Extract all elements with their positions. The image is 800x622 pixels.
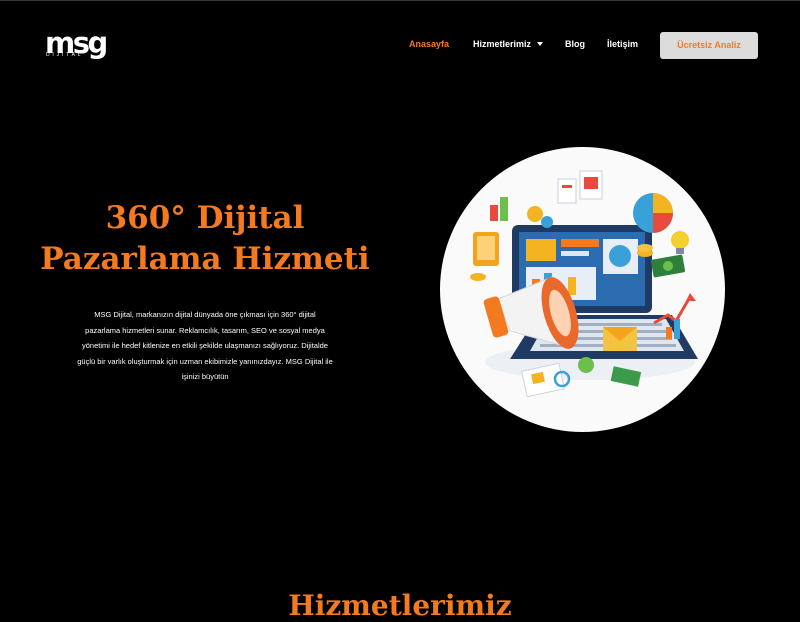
chevron-down-icon xyxy=(537,42,544,46)
description-line: MSG Dijital, markanızın dijital dünyada … xyxy=(94,310,316,319)
hero-title-line-2: Pazarlama Hizmeti xyxy=(40,241,370,277)
logo-tagline: DIJITAL xyxy=(46,52,84,58)
nav-item-label: Anasayfa xyxy=(409,39,450,49)
nav-item-label: Hizmetlerimiz xyxy=(473,39,532,49)
description-line: işinizi büyütün xyxy=(181,372,229,381)
nav-item-label: İletişim xyxy=(607,39,639,49)
nav-item-anasayfa[interactable]: Anasayfa xyxy=(409,39,449,49)
hero-illustration xyxy=(440,147,725,432)
marketing-illustration-icon xyxy=(470,170,698,398)
description-line: güçlü bir varlık oluşturmak için uzman e… xyxy=(77,356,333,366)
hero-title-line-1: 360° Dijital xyxy=(105,200,305,236)
hero-description: MSG Dijital, markanızın dijital dünyada … xyxy=(42,307,368,385)
description-line: yönetimi ile hedef kitlenize en etkili ş… xyxy=(82,341,328,350)
nav-item-hizmetlerimiz[interactable]: Hizmetlerimiz xyxy=(473,39,544,49)
section-title: Hizmetlerimiz xyxy=(288,589,512,622)
logo[interactable]: msg DIJITAL xyxy=(45,28,108,64)
free-analysis-button[interactable]: Ücretsiz Analiz xyxy=(660,32,758,59)
nav-item-iletisim[interactable]: İletişim xyxy=(607,39,638,49)
nav-item-blog[interactable]: Blog xyxy=(565,39,585,49)
nav-item-label: Blog xyxy=(565,39,585,49)
top-border xyxy=(0,0,800,1)
description-line: pazarlama hizmetleri sunar. Reklamcılık,… xyxy=(85,325,325,335)
